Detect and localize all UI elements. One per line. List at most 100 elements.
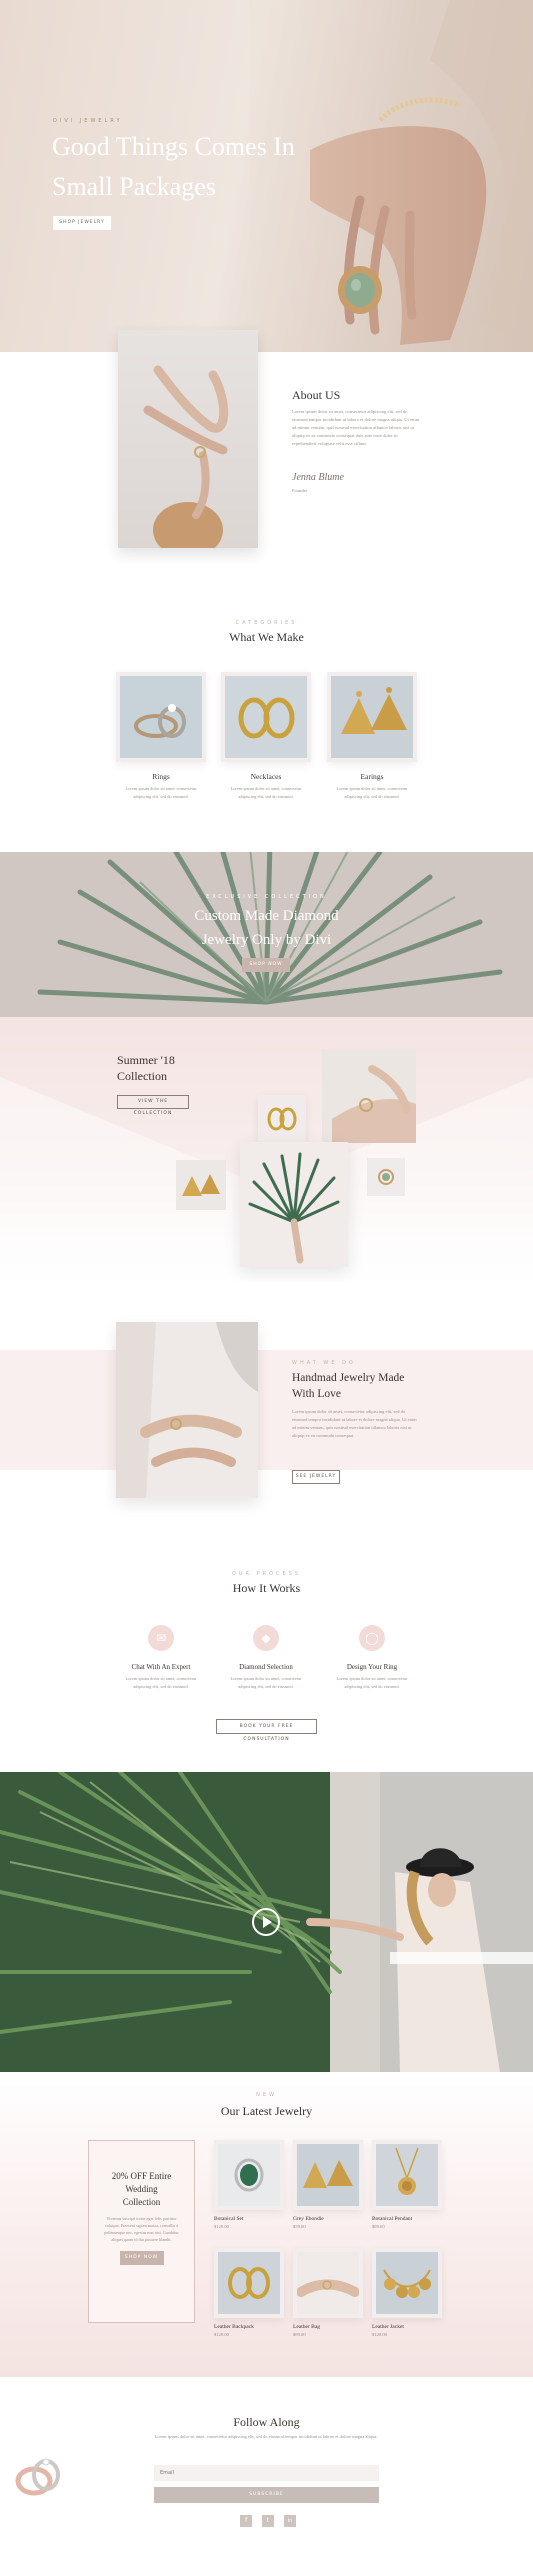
step-ring: ◯ Design Your Ring Lorem ipsum dolor sit…	[327, 1625, 417, 1691]
how-heading: How It Works	[232, 1581, 301, 1595]
twitter-icon[interactable]: t	[262, 2515, 274, 2527]
summer-line2: Collection	[117, 1069, 167, 1083]
video-section	[0, 1772, 533, 2072]
step-chat-title: Chat With An Expert	[131, 1663, 191, 1671]
earings-image	[327, 672, 417, 762]
what-we-make-section: CATEGORIES What We Make Rings Lorem ipsu…	[0, 582, 533, 852]
social-links: f t in	[240, 2515, 296, 2527]
summer-photo-palm	[240, 1142, 348, 1267]
category-earings[interactable]: Earings Lorem ipsum dolor sit amet, cons…	[327, 672, 417, 801]
product-card[interactable]: Botanical Set $129.00	[214, 2140, 284, 2231]
follow-section: Follow Along Lorem ipsum dolor sit amet,…	[0, 2377, 533, 2572]
product-image-leather-bag	[293, 2248, 363, 2318]
book-consultation-button[interactable]: BOOK YOUR FREE CONSULTATION	[216, 1719, 317, 1742]
diamond-banner: EXCLUSIVE COLLECTION Custom Made Diamond…	[0, 852, 533, 1017]
rings-desc: Lorem ipsum dolor sit amet, consectetur …	[125, 786, 197, 799]
follow-body: Lorem ipsum dolor sit amet, consectetur …	[154, 2434, 378, 2439]
about-heading: About US	[292, 388, 341, 402]
product-image-grey-ebondie	[293, 2140, 363, 2210]
what-we-make-heading: What We Make	[229, 630, 304, 644]
step-ring-desc: Lorem ipsum dolor sit amet, consectetur …	[336, 1676, 408, 1689]
about-section: About US Lorem ipsum dolor sit amet, con…	[0, 330, 533, 582]
promo-box: 20% OFF Entire Wedding Collection Vivamu…	[88, 2140, 195, 2323]
what-we-make-eyebrow: CATEGORIES	[235, 620, 298, 626]
hero-hand-image	[250, 0, 533, 352]
necklaces-image	[221, 672, 311, 762]
latest-section: NEW Our Latest Jewelry 20% OFF Entire We…	[0, 2072, 533, 2377]
latest-eyebrow: NEW	[256, 2092, 277, 2098]
shop-jewelry-button[interactable]: SHOP JEWELRY	[53, 216, 111, 230]
step-chat: ✉ Chat With An Expert Lorem ipsum dolor …	[116, 1625, 206, 1691]
play-button[interactable]	[252, 1908, 280, 1936]
category-necklaces[interactable]: Necklaces Lorem ipsum dolor sit amet, co…	[221, 672, 311, 801]
step-diamond: ◆ Diamond Selection Lorem ipsum dolor si…	[221, 1625, 311, 1691]
product-price: $120.00	[372, 2332, 387, 2337]
category-rings[interactable]: Rings Lorem ipsum dolor sit amet, consec…	[116, 672, 206, 801]
product-price: $129.00	[214, 2224, 229, 2229]
product-card[interactable]: Leather Bag $89.00	[293, 2248, 363, 2339]
summer-photo-hoops	[258, 1095, 306, 1143]
latest-heading: Our Latest Jewelry	[220, 2104, 313, 2118]
how-eyebrow: OUR PROCESS	[231, 1571, 302, 1577]
promo-line1: 20% OFF Entire	[111, 2171, 172, 2181]
summer-line1: Summer '18	[117, 1053, 175, 1067]
product-image-botanical-pendant	[372, 2140, 442, 2210]
rings-title: Rings	[152, 772, 170, 781]
diamond-shop-button[interactable]: SHOP NOW	[242, 958, 290, 972]
product-card[interactable]: Leather Backpack $120.00	[214, 2248, 284, 2339]
rings-decor-image	[15, 2458, 60, 2496]
view-collection-button[interactable]: VIEW THE COLLECTION	[117, 1095, 189, 1116]
product-price: $59.00	[293, 2224, 306, 2229]
handmade-body: Lorem ipsum dolor sit amet, consectetur …	[292, 1409, 417, 1438]
step-ring-title: Design Your Ring	[346, 1663, 398, 1671]
promo-shop-button[interactable]: SHOP NOW	[119, 2251, 164, 2265]
see-jewelry-button[interactable]: SEE JEWELRY	[292, 1470, 340, 1484]
ring-icon: ◯	[359, 1625, 385, 1651]
about-role: Founder	[292, 488, 308, 493]
rings-image	[116, 672, 206, 762]
product-image-botanical-set	[214, 2140, 284, 2210]
diamond-eyebrow: EXCLUSIVE COLLECTION	[206, 894, 327, 900]
handmade-line1: Handmad Jewelry Made	[292, 1372, 405, 1384]
product-price: $89.00	[293, 2332, 306, 2337]
hero-eyebrow: DIVI JEWELRY	[53, 118, 123, 124]
handmade-photo	[116, 1322, 258, 1498]
diamond-icon: ◆	[253, 1625, 279, 1651]
handmade-eyebrow: WHAT WE DO	[292, 1360, 356, 1366]
handmade-section: WHAT WE DO Handmad Jewelry Made With Lov…	[0, 1282, 533, 1527]
earings-title: Earings	[360, 772, 384, 781]
subscribe-button[interactable]: SUBSCRIBE	[154, 2487, 379, 2503]
step-chat-desc: Lorem ipsum dolor sit amet, consectetur …	[125, 1676, 197, 1689]
product-card[interactable]: Leather Jacket $120.00	[372, 2248, 442, 2339]
summer-photo-ring	[367, 1158, 405, 1196]
facebook-icon[interactable]: f	[240, 2515, 252, 2527]
diamond-line2: Jewelry Only by Divi	[201, 932, 332, 948]
follow-heading: Follow Along	[233, 2415, 300, 2429]
product-price: $89.00	[372, 2224, 385, 2229]
instagram-icon[interactable]: in	[284, 2515, 296, 2527]
how-it-works-section: OUR PROCESS How It Works ✉ Chat With An …	[0, 1527, 533, 1772]
earings-desc: Lorem ipsum dolor sit amet, consectetur …	[336, 786, 408, 799]
promo-line3: Collection	[122, 2197, 161, 2207]
handmade-band	[0, 1350, 533, 1470]
promo-line2: Wedding	[125, 2184, 158, 2194]
hero-title-line2: Small Packages	[52, 172, 216, 201]
email-field[interactable]	[154, 2465, 379, 2481]
product-card[interactable]: Grey Ebondie $59.00	[293, 2140, 363, 2231]
summer-section: Summer '18 Collection VIEW THE COLLECTIO…	[0, 1017, 533, 1282]
about-signature: Jenna Blume	[292, 472, 344, 483]
promo-body: Vivamus suscipit tortor eget felis portt…	[104, 2216, 179, 2242]
chat-icon: ✉	[148, 1625, 174, 1651]
play-icon	[263, 1916, 272, 1928]
diamond-line1: Custom Made Diamond	[194, 908, 339, 924]
product-card[interactable]: Botanical Pendant $89.00	[372, 2140, 442, 2231]
necklaces-desc: Lorem ipsum dolor sit amet, consectetur …	[230, 786, 302, 799]
product-price: $120.00	[214, 2332, 229, 2337]
summer-photo-bracelet	[322, 1049, 416, 1143]
hero-title-line1: Good Things Comes In	[52, 132, 295, 161]
about-photo	[118, 330, 258, 548]
summer-photo-earrings	[176, 1160, 226, 1210]
hero-section: DIVI JEWELRY Good Things Comes In Small …	[0, 0, 533, 352]
step-diamond-title: Diamond Selection	[239, 1663, 293, 1671]
product-image-leather-jacket	[372, 2248, 442, 2318]
